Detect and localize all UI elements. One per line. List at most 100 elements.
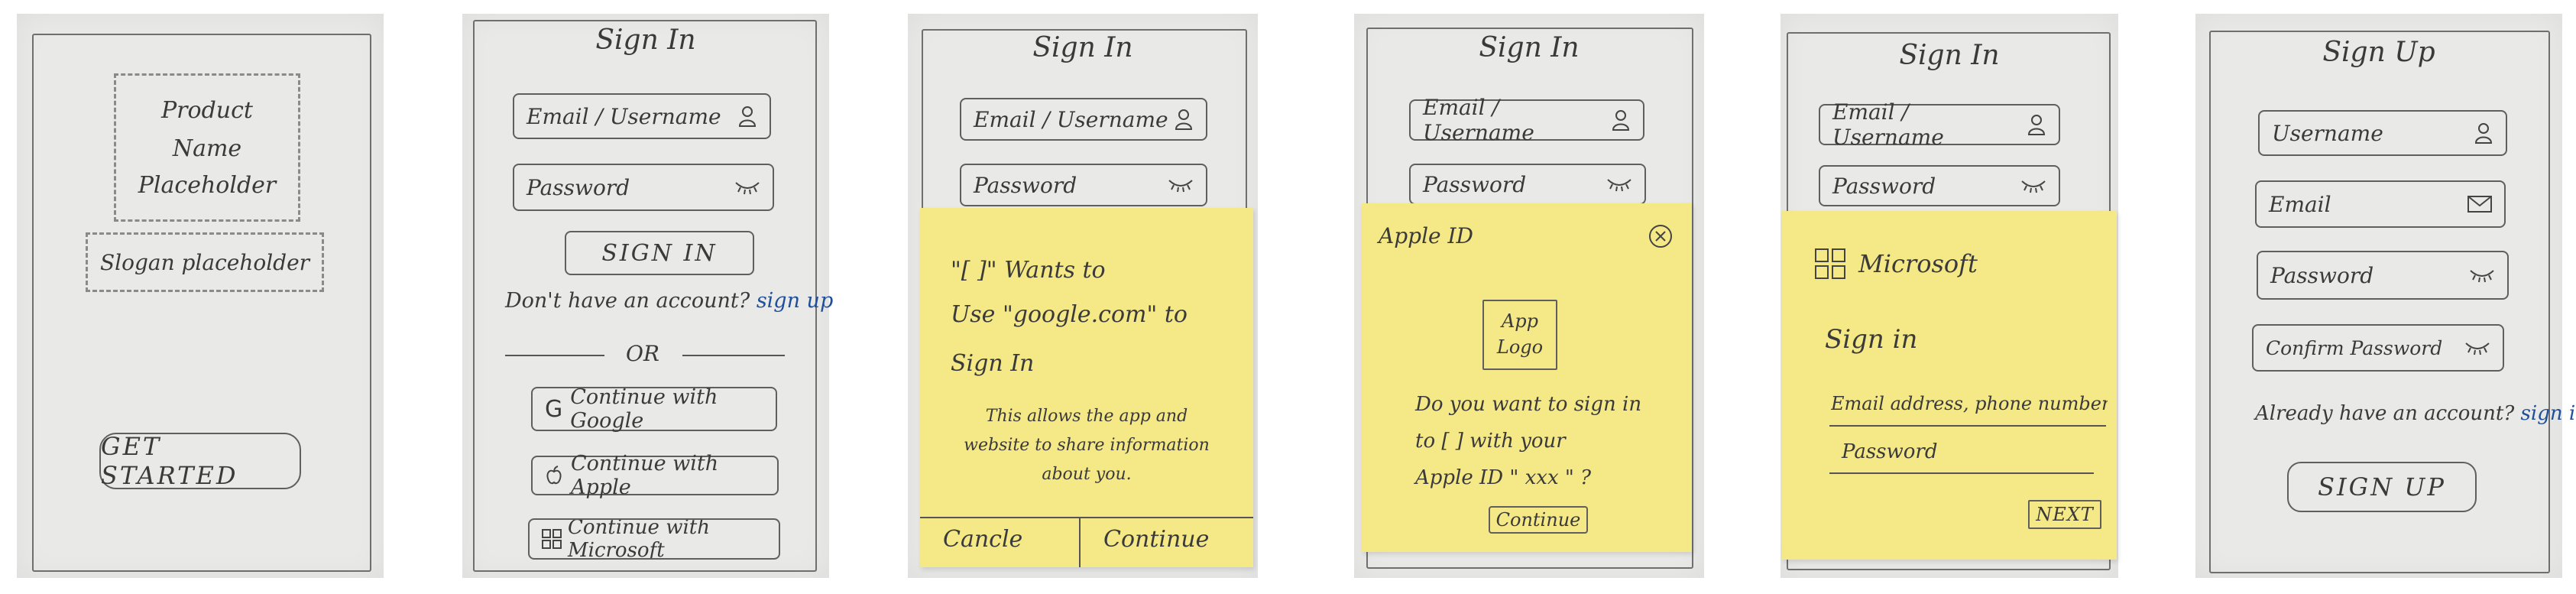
sign-up-button[interactable]: SIGN UP <box>2287 462 2477 512</box>
confirm-password-placeholder: Confirm Password <box>2266 336 2443 359</box>
product-name-line1: Product <box>161 97 253 124</box>
dialog-info-line2: website to share information <box>964 436 1210 455</box>
google-permission-dialog: "[ ]" Wants to Use "google.com" to Sign … <box>920 208 1253 567</box>
dialog-info-line3: about you. <box>1042 465 1132 484</box>
microsoft-brand: Microsoft <box>1858 249 1978 278</box>
email-placeholder: Email / Username <box>527 103 721 129</box>
app-logo-placeholder: App Logo <box>1482 300 1557 370</box>
eye-closed-icon[interactable] <box>2464 340 2490 355</box>
next-button[interactable]: NEXT <box>2028 500 2101 529</box>
ms-email-field[interactable]: Email address, phone number <box>1831 393 2108 414</box>
or-divider: OR <box>625 341 660 366</box>
user-icon <box>737 105 757 128</box>
continue-with-microsoft-button[interactable]: Continue with Microsoft <box>528 518 780 560</box>
product-name-line3: Placeholder <box>138 172 277 199</box>
email-field[interactable]: Email / Username <box>513 93 771 139</box>
microsoft-icon <box>1814 248 1846 280</box>
password-field[interactable]: Password <box>513 164 774 211</box>
password-field[interactable]: Password <box>1409 164 1646 205</box>
dialog-info-line1: This allows the app and <box>985 407 1188 426</box>
user-icon <box>2027 113 2046 136</box>
question-line3: Apple ID " xxx " ? <box>1415 466 1592 489</box>
eye-closed-icon[interactable] <box>1168 177 1194 193</box>
divider-right <box>682 355 785 356</box>
eye-closed-icon[interactable] <box>1606 177 1632 192</box>
google-button-label: Continue with Google <box>570 385 718 433</box>
product-name-placeholder: Product Name Placeholder <box>114 73 300 222</box>
email-field[interactable]: Email / Username <box>1409 95 1644 145</box>
password-placeholder: Password <box>1423 171 1527 197</box>
password-field[interactable]: Password <box>960 164 1207 206</box>
email-placeholder: Email <box>2269 191 2331 217</box>
get-started-button[interactable]: GET STARTED <box>99 432 301 490</box>
dialog-button-divider <box>920 517 1253 518</box>
continue-button[interactable]: Continue <box>1103 526 1209 553</box>
screen-apple-prompt: Sign In Email / Username Password Apple … <box>1354 14 1704 578</box>
screen-microsoft-prompt: Sign In Email / Username Password Micros… <box>1781 14 2118 578</box>
google-icon: G <box>545 395 563 423</box>
continue-with-google-button[interactable]: G Continue with Google <box>531 385 777 433</box>
email-field[interactable]: Email / Username <box>1819 99 2060 150</box>
sign-in-link[interactable]: sign in <box>2521 402 2576 425</box>
dialog-heading: Sign in <box>1825 324 1918 355</box>
apple-id-dialog: Apple ID App Logo Do you want to sign in… <box>1362 203 1692 552</box>
continue-button[interactable]: Continue <box>1489 506 1588 534</box>
username-field[interactable]: Username <box>2258 110 2507 156</box>
user-icon <box>1611 109 1631 131</box>
user-icon <box>1174 108 1194 131</box>
app-logo-line2: Logo <box>1496 336 1544 358</box>
email-field[interactable]: Email / Username <box>960 98 1207 141</box>
slogan-text: Slogan placeholder <box>99 250 310 275</box>
page-title: Sign In <box>1899 40 2000 71</box>
page-title: Sign In <box>1032 32 1133 63</box>
password-placeholder: Password <box>2270 262 2374 288</box>
confirm-password-field[interactable]: Confirm Password <box>2252 324 2504 372</box>
sign-in-button[interactable]: SIGN IN <box>565 231 754 275</box>
user-icon <box>2474 122 2493 144</box>
password-underline <box>1829 472 2094 474</box>
no-account-text: Don't have an account? <box>505 289 750 313</box>
ms-password-field[interactable]: Password <box>1842 440 1938 463</box>
screen-sign-in: Sign In Email / Username Password SIGN I… <box>462 14 833 578</box>
page-title: Sign Up <box>2322 37 2435 68</box>
mail-icon <box>2467 196 2492 213</box>
have-account-row: Already have an account? sign in <box>2255 402 2576 425</box>
page-title: Sign In <box>1479 32 1580 63</box>
username-placeholder: Username <box>2272 120 2383 146</box>
eye-closed-icon[interactable] <box>734 180 760 195</box>
password-placeholder: Password <box>1832 173 1936 199</box>
screen-google-prompt: Sign In Email / Username Password "[ ]" … <box>908 14 1258 578</box>
dialog-line1: "[ ]" Wants to <box>951 257 1106 284</box>
password-field[interactable]: Password <box>1819 165 2060 206</box>
microsoft-button-label: Continue with Microsoft <box>568 518 710 560</box>
have-account-text: Already have an account? <box>2255 402 2515 425</box>
dialog-header: Apple ID <box>1379 223 1474 248</box>
eye-closed-icon[interactable] <box>2020 178 2046 193</box>
microsoft-sign-in-dialog: Microsoft Sign in Email address, phone n… <box>1782 211 2117 560</box>
screen-sign-up: Sign Up Username Email Password Confirm … <box>2195 14 2576 578</box>
apple-icon <box>545 466 563 485</box>
dialog-line2: Use "google.com" to <box>951 301 1188 328</box>
password-field[interactable]: Password <box>2257 251 2509 300</box>
sign-up-link[interactable]: sign up <box>757 289 833 313</box>
password-placeholder: Password <box>974 172 1077 198</box>
screen-welcome: Product Name Placeholder Slogan placehol… <box>17 14 384 578</box>
app-logo-line1: App <box>1501 310 1539 332</box>
email-field[interactable]: Email <box>2255 180 2506 228</box>
email-underline <box>1829 425 2106 427</box>
eye-closed-icon[interactable] <box>2469 268 2495 283</box>
question-line1: Do you want to sign in <box>1415 393 1642 416</box>
dialog-line3: Sign In <box>951 350 1035 377</box>
password-placeholder: Password <box>527 174 630 200</box>
microsoft-icon <box>542 529 562 549</box>
close-icon[interactable] <box>1648 223 1674 249</box>
slogan-placeholder: Slogan placeholder <box>86 232 324 292</box>
continue-with-apple-button[interactable]: Continue with Apple <box>531 452 779 499</box>
divider-left <box>505 355 604 356</box>
no-account-row: Don't have an account? sign up <box>505 289 833 313</box>
apple-button-label: Continue with Apple <box>571 452 719 499</box>
email-placeholder: Email / Username <box>1832 99 1944 150</box>
product-name-line2: Name <box>172 135 242 162</box>
dialog-button-separator <box>1079 517 1081 567</box>
cancel-button[interactable]: Cancle <box>943 526 1022 553</box>
